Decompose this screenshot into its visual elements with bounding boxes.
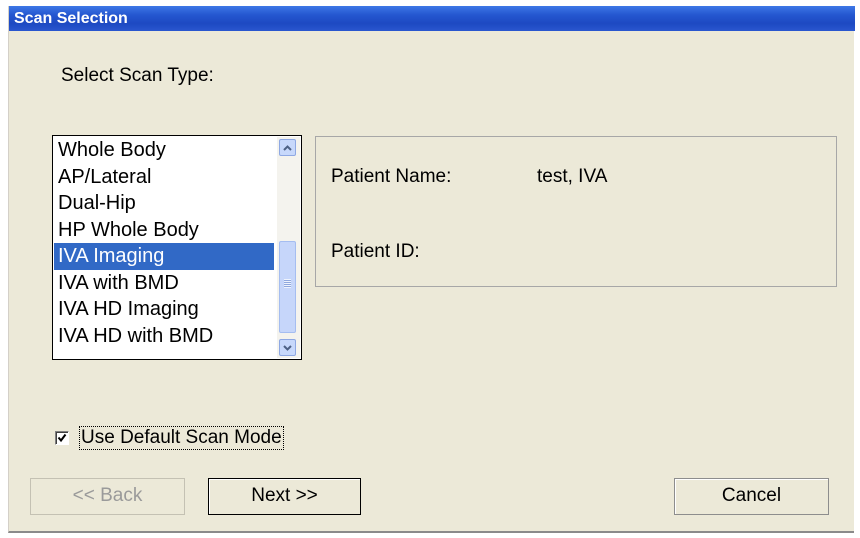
- list-item[interactable]: Whole Body: [54, 137, 274, 164]
- list-item[interactable]: IVA with BMD: [54, 270, 274, 297]
- patient-info-panel: Patient Name: test, IVA Patient ID:: [315, 136, 837, 287]
- scroll-thumb[interactable]: [279, 241, 296, 333]
- back-button[interactable]: << Back: [30, 478, 185, 515]
- list-item[interactable]: Dual-Hip: [54, 190, 274, 217]
- scroll-up-button[interactable]: [279, 139, 296, 156]
- patient-name-label: Patient Name:: [331, 166, 452, 187]
- grip-icon: [284, 279, 291, 288]
- patient-name-value: test, IVA: [537, 166, 608, 187]
- title-bar[interactable]: Scan Selection: [9, 6, 855, 31]
- list-item[interactable]: AP/Lateral: [54, 164, 274, 191]
- window-title: Scan Selection: [14, 10, 128, 27]
- scan-type-items: Whole Body AP/Lateral Dual-Hip HP Whole …: [54, 137, 274, 349]
- vertical-scrollbar[interactable]: [277, 137, 300, 358]
- list-item[interactable]: IVA HD with BMD: [54, 323, 274, 350]
- check-icon: [57, 433, 67, 443]
- chevron-up-icon: [283, 144, 292, 151]
- default-scan-mode-checkbox[interactable]: [55, 431, 69, 445]
- list-item-selected[interactable]: IVA Imaging: [54, 243, 274, 270]
- scroll-down-button[interactable]: [279, 339, 296, 356]
- list-item[interactable]: IVA HD Imaging: [54, 296, 274, 323]
- scan-type-label: Select Scan Type:: [61, 65, 214, 86]
- scan-type-listbox[interactable]: Whole Body AP/Lateral Dual-Hip HP Whole …: [52, 135, 302, 360]
- scan-selection-dialog: Scan Selection Select Scan Type: Whole B…: [8, 6, 855, 533]
- patient-id-label: Patient ID:: [331, 241, 420, 262]
- next-button[interactable]: Next >>: [208, 478, 361, 515]
- list-item[interactable]: HP Whole Body: [54, 217, 274, 244]
- chevron-down-icon: [283, 344, 292, 351]
- default-scan-mode-label[interactable]: Use Default Scan Mode: [79, 426, 284, 450]
- cancel-button[interactable]: Cancel: [674, 478, 829, 515]
